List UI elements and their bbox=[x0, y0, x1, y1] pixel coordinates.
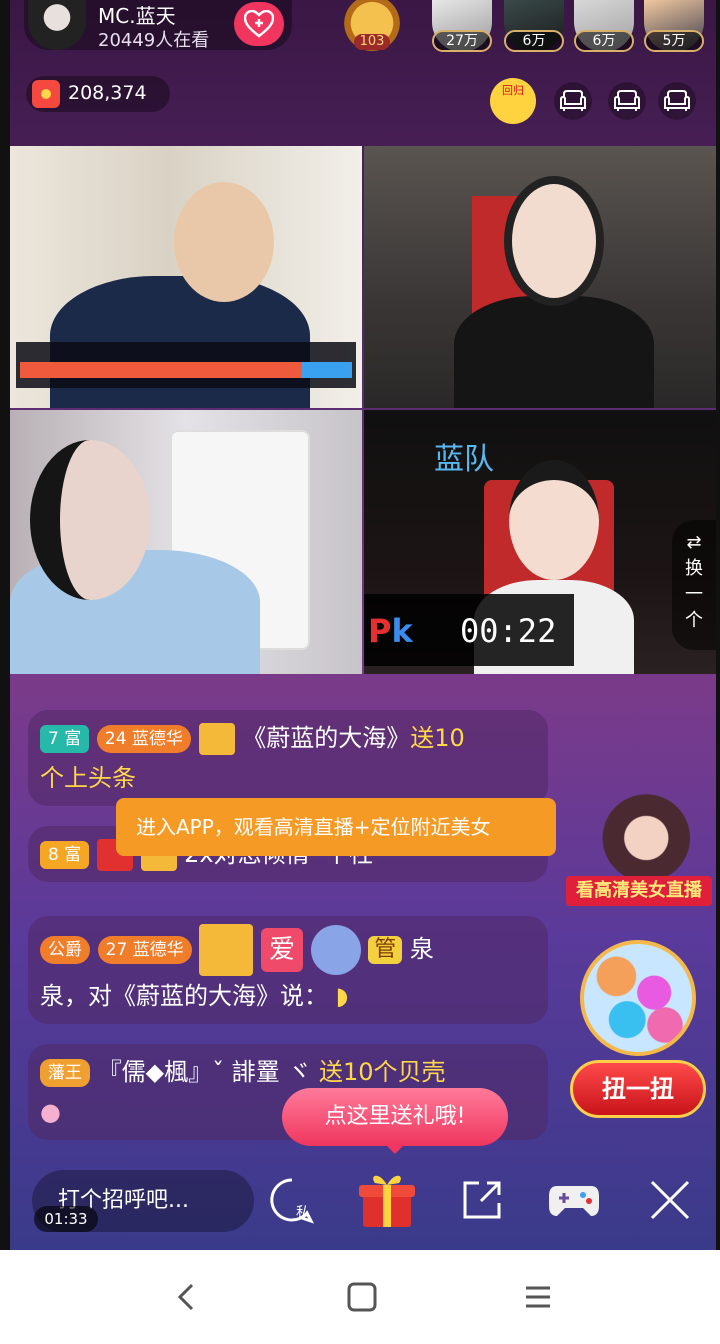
switch-stream-button[interactable]: ⇄ 换 一 个 bbox=[672, 520, 716, 650]
video-tile-host[interactable] bbox=[10, 146, 362, 408]
top-viewer-count: 6万 bbox=[574, 30, 634, 52]
pk-progress-bar bbox=[16, 342, 356, 388]
heart-medal-icon bbox=[310, 925, 361, 975]
gamepad-icon bbox=[549, 1186, 599, 1216]
system-nav-bar bbox=[0, 1250, 720, 1344]
trophy-icon bbox=[199, 924, 254, 976]
back-icon bbox=[177, 1283, 194, 1311]
rank-badge-number: 103 bbox=[354, 34, 390, 50]
gift-button[interactable] bbox=[354, 1166, 420, 1232]
home-icon bbox=[347, 1282, 377, 1312]
share-button[interactable] bbox=[454, 1172, 510, 1228]
private-message-button[interactable]: 私 bbox=[264, 1172, 320, 1228]
coin-balance: 208,374 bbox=[68, 82, 147, 104]
fan-level-badge: 24 蓝德华 bbox=[96, 725, 191, 753]
top-viewer-count: 5万 bbox=[644, 30, 704, 52]
promo-banner-label[interactable]: 看高清美女直播 bbox=[566, 876, 712, 906]
banana-icon: ◗ bbox=[335, 982, 349, 1010]
streamer-figure bbox=[504, 176, 604, 306]
fortune-badge: 7 富 bbox=[40, 725, 90, 753]
top-viewer-count: 27万 bbox=[432, 30, 492, 52]
pk-timer-box: Pk 00:22 bbox=[364, 594, 574, 666]
follow-button[interactable] bbox=[234, 2, 284, 46]
admin-badge: 管 bbox=[368, 936, 403, 964]
sofa-seat-icon[interactable] bbox=[608, 82, 646, 120]
chat-message: 公爵 27 蓝德华 爱 管 泉 泉，对《蔚蓝的大海》说： ◗ bbox=[28, 916, 548, 1024]
close-icon bbox=[650, 1180, 690, 1220]
video-tile-guest[interactable] bbox=[364, 146, 716, 408]
noble-badge: 藩王 bbox=[40, 1059, 90, 1087]
pk-red-fill bbox=[20, 362, 302, 378]
team-label: 蓝队 bbox=[434, 442, 494, 477]
gacha-button[interactable]: 扭一扭 bbox=[570, 1060, 706, 1118]
menu-icon bbox=[526, 1286, 550, 1308]
pk-blue-fill bbox=[302, 362, 352, 378]
coin-icon bbox=[32, 80, 60, 108]
gift-tip-bubble[interactable]: 点这里送礼哦! bbox=[282, 1088, 508, 1154]
gift-icon bbox=[359, 1175, 415, 1227]
gacha-ball-icon bbox=[580, 940, 696, 1056]
heart-plus-icon bbox=[244, 10, 274, 38]
shell-icon: ● bbox=[40, 1098, 61, 1126]
video-tile-guest[interactable]: 蓝队 Pk 00:22 bbox=[364, 410, 716, 674]
game-button[interactable] bbox=[546, 1172, 602, 1228]
fortune-badge: 8 富 bbox=[40, 841, 90, 869]
sofa-seat-icon[interactable] bbox=[658, 82, 696, 120]
user-card-icon bbox=[198, 723, 235, 755]
gacha-machine[interactable]: 扭一扭 bbox=[570, 940, 706, 1120]
streamer-figure bbox=[174, 182, 274, 302]
video-tile-guest[interactable] bbox=[10, 410, 362, 674]
streamer-figure bbox=[30, 440, 150, 600]
elapsed-time: 01:33 bbox=[34, 1206, 98, 1232]
chat-message: 7 富 24 蓝德华 《蔚蓝的大海》送10 个上头条 bbox=[28, 710, 548, 806]
streamer-figure bbox=[509, 460, 599, 580]
back-button[interactable] bbox=[156, 1270, 216, 1324]
noble-badge: 公爵 bbox=[40, 936, 90, 964]
viewer-count: 20449人在看 bbox=[98, 30, 210, 51]
app-promo-tooltip[interactable]: 进入APP，观看高清直播+定位附近美女 bbox=[116, 798, 556, 856]
menu-button[interactable] bbox=[508, 1270, 568, 1324]
return-badge-label: 回归 bbox=[502, 84, 524, 97]
live-room-screen: MC.蓝天 20449人在看 103 27万 6万 6万 5万 208,374 … bbox=[10, 0, 716, 1250]
close-button[interactable] bbox=[642, 1172, 698, 1228]
host-name: MC.蓝天 bbox=[98, 4, 176, 28]
home-button[interactable] bbox=[332, 1270, 392, 1324]
switch-icon: ⇄ bbox=[686, 532, 702, 553]
top-viewer-count: 6万 bbox=[504, 30, 564, 52]
share-icon bbox=[463, 1181, 501, 1219]
fan-level-badge: 27 蓝德华 bbox=[97, 936, 192, 964]
love-badge: 爱 bbox=[260, 928, 303, 972]
streamer-figure bbox=[454, 296, 654, 408]
sofa-seat-icon[interactable] bbox=[554, 82, 592, 120]
pk-logo: Pk bbox=[368, 612, 413, 650]
return-badge[interactable]: 回归 bbox=[490, 78, 536, 124]
pk-timer: 00:22 bbox=[460, 612, 557, 650]
